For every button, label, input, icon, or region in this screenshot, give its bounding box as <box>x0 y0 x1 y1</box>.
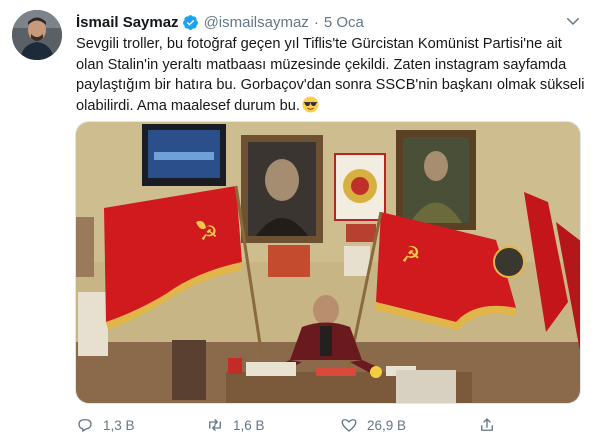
tweet-header: İsmail Saymaz @ismailsaymaz · 5 Oca <box>76 12 364 32</box>
verified-badge-icon <box>182 14 198 30</box>
like-button[interactable]: 26,9 B <box>340 414 406 436</box>
avatar[interactable] <box>12 10 62 60</box>
share-button[interactable] <box>478 414 505 436</box>
tweet-text-line: olan Stalin'in yeraltı matbaası müzesind… <box>76 56 567 73</box>
tweet-date[interactable]: 5 Oca <box>324 14 364 31</box>
svg-text:☭: ☭ <box>401 243 421 268</box>
tweet-photo[interactable]: ☭ ☭ <box>75 121 581 404</box>
retweet-icon <box>209 419 221 431</box>
retweet-button[interactable]: 1,6 B <box>206 414 265 436</box>
tweet-text-line: olabilirdi. Ama maalesef durum bu. <box>76 95 586 117</box>
tweet-text: Sevgili troller, bu fotoğraf geçen yıl T… <box>76 34 586 116</box>
share-icon <box>481 418 493 431</box>
reply-icon <box>78 419 92 432</box>
sunglasses-emoji-icon <box>302 95 319 113</box>
heart-icon <box>341 419 357 432</box>
tweet-actions: 1,3 B 1,6 B 26,9 B <box>76 414 586 436</box>
tweet-text-line-last: olabilirdi. Ama maalesef durum bu. <box>76 97 300 114</box>
svg-text:☭: ☭ <box>200 221 218 245</box>
tweet-text-line: paylaştığım bir hatıra bu. Gorbaçov'dan … <box>76 77 585 93</box>
reply-button[interactable]: 1,3 B <box>76 414 135 436</box>
retweet-count: 1,6 B <box>233 417 265 433</box>
author-name[interactable]: İsmail Saymaz <box>76 14 179 31</box>
museum-photo: ☭ ☭ <box>76 122 580 403</box>
tweet-text-line: Sevgili troller, bu fotoğraf geçen yıl T… <box>76 36 562 52</box>
separator-dot: · <box>313 13 319 31</box>
tweet[interactable]: İsmail Saymaz @ismailsaymaz · 5 Oca Sevg… <box>0 0 596 445</box>
chevron-down-icon[interactable] <box>564 12 582 30</box>
author-handle[interactable]: @ismailsaymaz <box>204 14 309 31</box>
reply-count: 1,3 B <box>103 417 135 433</box>
like-count: 26,9 B <box>367 417 407 433</box>
